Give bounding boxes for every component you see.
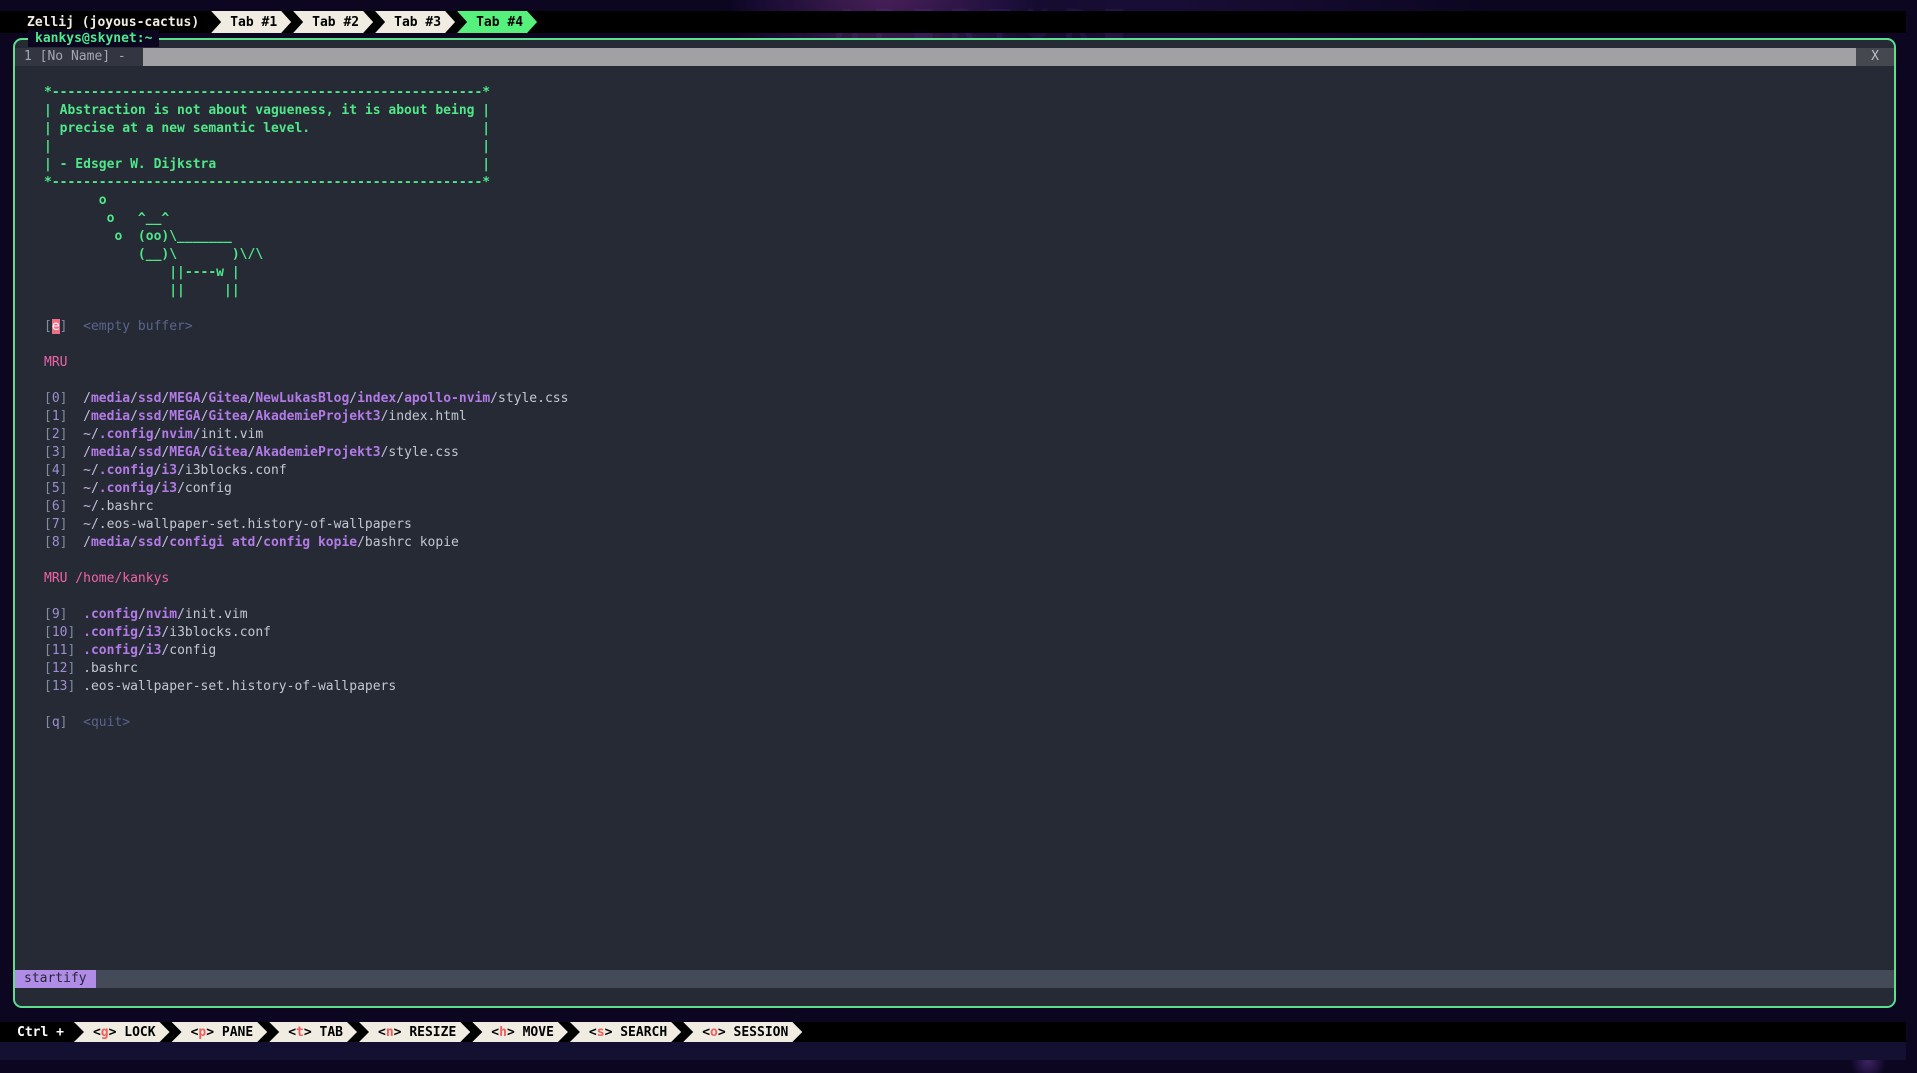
statusline-mode-badge: startify [15, 970, 96, 988]
zellij-tip-line: Tip: Alt + <n> => open new pane. Alt + <… [0, 1042, 1906, 1060]
terminal-pane[interactable]: kankys@skynet:~ 1 [No Name] - X *-------… [13, 38, 1896, 1008]
keybind-key-letter: t [296, 1025, 304, 1040]
startify-entry-7[interactable]: [7] ~/.eos-wallpaper-set.history-of-wall… [44, 516, 1894, 534]
keybind-move[interactable]: <h> MOVE [472, 1022, 568, 1042]
banner-line: | - Edsger W. Dijkstra | [44, 156, 1894, 174]
blank-line [44, 336, 1894, 354]
blank-line [44, 696, 1894, 714]
keybind-lock[interactable]: <g> LOCK [74, 1022, 170, 1042]
banner-line: || || [44, 282, 1894, 300]
tabline-close-button[interactable]: X [1856, 48, 1894, 66]
startify-entry-13[interactable]: [13] .eos-wallpaper-set.history-of-wallp… [44, 678, 1894, 696]
vim-command-line [15, 988, 1894, 1006]
startify-entry-3[interactable]: [3] /media/ssd/MEGA/Gitea/AkademieProjek… [44, 444, 1894, 462]
blank-line [44, 66, 1894, 84]
blank-line [44, 552, 1894, 570]
terminal-window: Zellij (joyous-cactus) Tab #1Tab #2Tab #… [0, 11, 1906, 1060]
startify-entry-11[interactable]: [11] .config/i3/config [44, 642, 1894, 660]
keybind-session[interactable]: <o> SESSION [683, 1022, 802, 1042]
startify-entry-1[interactable]: [1] /media/ssd/MEGA/Gitea/AkademieProjek… [44, 408, 1894, 426]
banner-line: *---------------------------------------… [44, 84, 1894, 102]
zellij-keybind-bar: Ctrl + <g> LOCK<p> PANE<t> TAB<n> RESIZE… [0, 1022, 1906, 1042]
desktop: APERTURE Zellij (joyous-cactus) Tab #1Ta… [0, 0, 1917, 1073]
tabline-buffer-tab[interactable]: 1 [No Name] - [15, 48, 143, 66]
startify-entry-9[interactable]: [9] .config/nvim/init.vim [44, 606, 1894, 624]
buffer-lines: *---------------------------------------… [15, 66, 1894, 970]
vim-statusline: startify [15, 970, 1894, 988]
banner-line: (__)\ )\/\ [44, 246, 1894, 264]
banner-line: ||----w | [44, 264, 1894, 282]
zellij-tab-tab-3[interactable]: Tab #3 [375, 11, 455, 33]
tabline-fill [143, 48, 1856, 66]
banner-line: o ^__^ [44, 210, 1894, 228]
startify-entry-10[interactable]: [10] .config/i3/i3blocks.conf [44, 624, 1894, 642]
section-header-mru: MRU [44, 354, 1894, 372]
banner-line: *---------------------------------------… [44, 174, 1894, 192]
banner-line: | | [44, 138, 1894, 156]
startify-entry-4[interactable]: [4] ~/.config/i3/i3blocks.conf [44, 462, 1894, 480]
blank-line [44, 372, 1894, 390]
blank-line [44, 588, 1894, 606]
keybind-key-letter: g [101, 1025, 109, 1040]
zellij-tab-tab-4[interactable]: Tab #4 [457, 11, 537, 33]
startify-entry-12[interactable]: [12] .bashrc [44, 660, 1894, 678]
keybind-key-letter: s [597, 1025, 605, 1040]
vim-tabline: 1 [No Name] - X [15, 48, 1894, 66]
keybind-tab[interactable]: <t> TAB [269, 1022, 357, 1042]
banner-line: o [44, 192, 1894, 210]
zellij-tab-tab-2[interactable]: Tab #2 [293, 11, 373, 33]
startify-entry-8[interactable]: [8] /media/ssd/configi atd/config kopie/… [44, 534, 1894, 552]
startify-entry-0[interactable]: [0] /media/ssd/MEGA/Gitea/NewLukasBlog/i… [44, 390, 1894, 408]
vim-editor: 1 [No Name] - X *-----------------------… [15, 40, 1894, 1006]
keybind-key-letter: o [710, 1025, 718, 1040]
keybind-prefix-label: Ctrl + [0, 1022, 72, 1042]
section-header-mru-home: MRU /home/kankys [44, 570, 1894, 588]
startify-entry-5[interactable]: [5] ~/.config/i3/config [44, 480, 1894, 498]
zellij-tab-bar: Zellij (joyous-cactus) Tab #1Tab #2Tab #… [0, 11, 1906, 33]
keybind-key-letter: h [499, 1025, 507, 1040]
banner-line: | Abstraction is not about vagueness, it… [44, 102, 1894, 120]
keybind-key-letter: p [198, 1025, 206, 1040]
keybind-resize[interactable]: <n> RESIZE [359, 1022, 470, 1042]
keybind-pane[interactable]: <p> PANE [172, 1022, 268, 1042]
blank-line [44, 300, 1894, 318]
startify-entry-6[interactable]: [6] ~/.bashrc [44, 498, 1894, 516]
keybind-key-letter: n [386, 1025, 394, 1040]
keybind-search[interactable]: <s> SEARCH [570, 1022, 681, 1042]
startify-entry-quit[interactable]: [q] <quit> [44, 714, 1894, 732]
startify-entry-2[interactable]: [2] ~/.config/nvim/init.vim [44, 426, 1894, 444]
banner-line: o (oo)\_______ [44, 228, 1894, 246]
zellij-tab-tab-1[interactable]: Tab #1 [211, 11, 291, 33]
workspace: kankys@skynet:~ 1 [No Name] - X *-------… [0, 33, 1906, 1022]
banner-line: | precise at a new semantic level. | [44, 120, 1894, 138]
startify-entry-empty-buffer[interactable]: [e] <empty buffer> [44, 318, 1894, 336]
